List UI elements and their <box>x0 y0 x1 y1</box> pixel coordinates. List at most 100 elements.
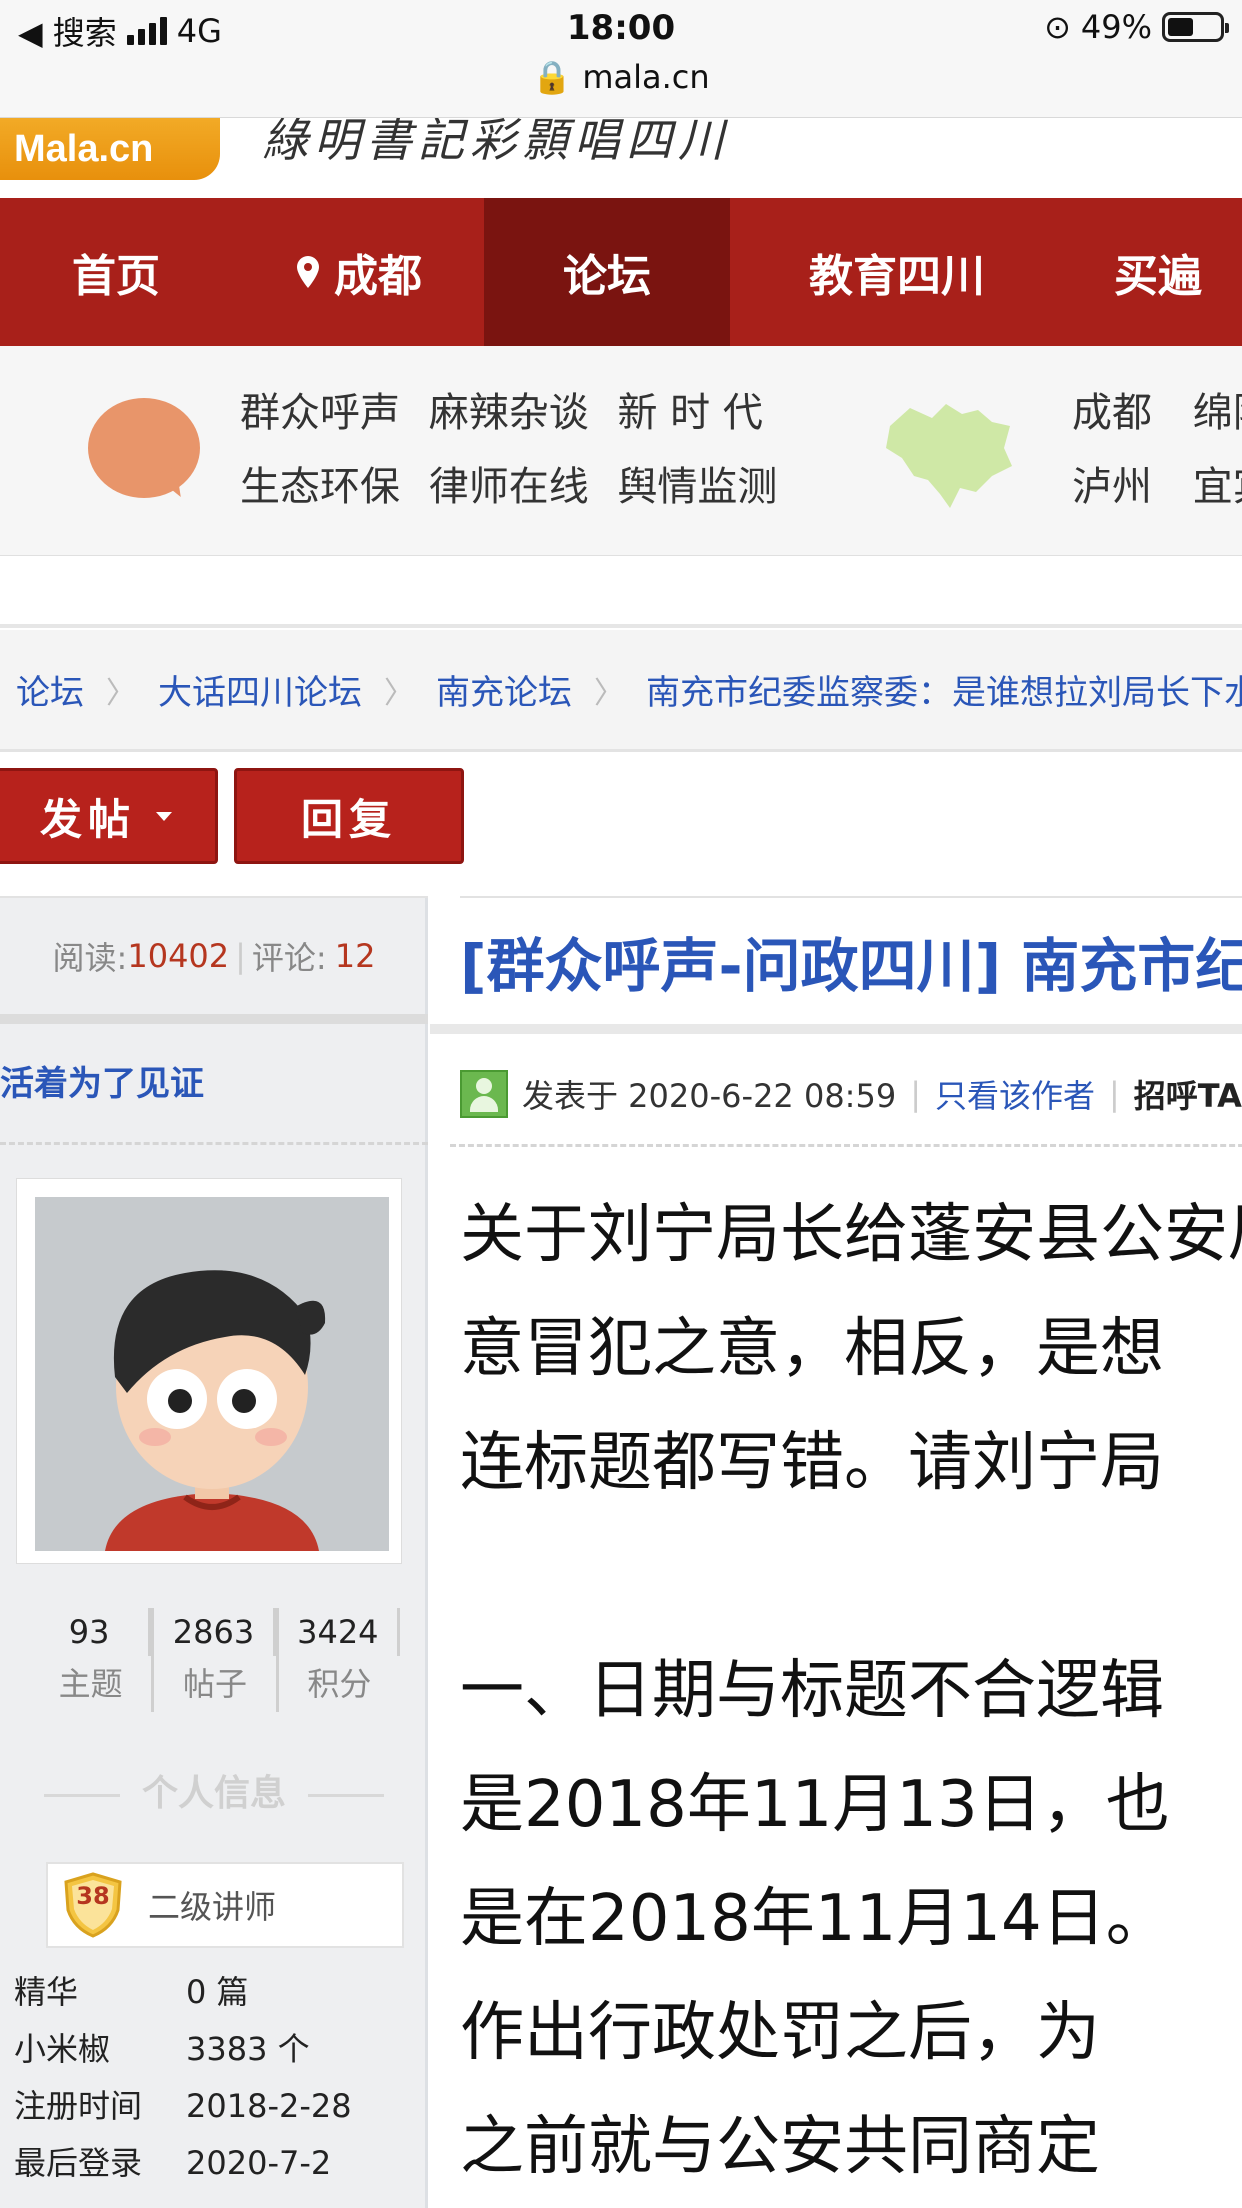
post-line: 是2018年11月13日，也 <box>460 1768 1170 1842</box>
battery-percent: 49% <box>1080 8 1152 46</box>
new-post-button[interactable]: 发帖 <box>0 768 218 864</box>
city-link[interactable]: 泸州 <box>1072 464 1152 510</box>
forum-link[interactable]: 新 时 代 <box>617 390 762 436</box>
author-stats: 93 主题 2863 帖子 3424 积分 <box>30 1608 400 1712</box>
breadcrumb-item[interactable]: 南充论坛 <box>436 665 572 714</box>
nav-label: 教育四川 <box>809 251 985 302</box>
lock-icon: 🔒 <box>532 58 573 96</box>
section-title: 个人信息 <box>0 1764 428 1816</box>
battery-fill <box>1168 18 1193 36</box>
online-status-icon <box>460 1070 508 1118</box>
forum-link[interactable]: 生态环保 <box>240 464 400 510</box>
nav-label: 论坛 <box>563 251 651 302</box>
chevron-right-icon: 〉 <box>384 675 414 711</box>
site-header: Mala.cn 綠明書記彩顥唱四川 <box>0 118 1242 198</box>
post-line: 是在2018年11月14日。 <box>460 1882 1170 1956</box>
divider <box>0 1142 428 1145</box>
city-links: 成都 绵阳 泸州 宜宾 <box>1072 376 1242 524</box>
post-panel: [群众呼声-问政四川] 南充市纪委监察委 发表于 2020-6-22 08:59… <box>430 896 1242 2208</box>
divider <box>430 1024 1242 1034</box>
status-right: ⊙ 49% <box>1044 8 1229 46</box>
site-logo[interactable]: Mala.cn <box>0 118 220 180</box>
main-nav: 首页 成都 论坛 教育四川 买遍 <box>0 198 1242 346</box>
stat-label: 积分 <box>307 1665 372 1703</box>
stat-points[interactable]: 3424 积分 <box>279 1608 400 1712</box>
info-value: 2020-7-2 <box>186 2144 332 2182</box>
post-line <box>460 1520 1242 1634</box>
city-link[interactable]: 绵阳 <box>1193 390 1242 436</box>
breadcrumb-item[interactable]: 南充市纪委监察委：是谁想拉刘局长下水 <box>646 665 1242 714</box>
nav-label: 成都 <box>334 251 422 302</box>
divider: | <box>910 1075 921 1113</box>
info-row: 最后登录 2020-7-2 <box>14 2135 414 2192</box>
sichuan-map-icon <box>886 404 1012 508</box>
url-text: mala.cn <box>582 58 710 96</box>
nav-item-education[interactable]: 教育四川 <box>730 198 1064 346</box>
post-date: 发表于 2020-6-22 08:59 <box>522 1077 897 1115</box>
stat-label: 帖子 <box>182 1665 247 1703</box>
stat-value: 3424 <box>279 1608 400 1656</box>
avatar-frame[interactable] <box>16 1178 402 1564</box>
rotation-lock-icon: ⊙ <box>1044 8 1071 46</box>
breadcrumb-item[interactable]: 论坛 <box>16 665 84 714</box>
info-key: 注册时间 <box>14 2087 143 2125</box>
forum-link[interactable]: 律师在线 <box>429 464 589 510</box>
forum-submenu: 群众呼声 麻辣杂谈 新 时 代 生态环保 律师在线 舆情监测 成都 绵阳 泸州 … <box>0 346 1242 556</box>
nav-item-chengdu[interactable]: 成都 <box>232 198 484 346</box>
city-link[interactable]: 宜宾 <box>1193 464 1242 510</box>
stat-value: 93 <box>30 1608 152 1656</box>
forum-link[interactable]: 麻辣杂谈 <box>429 390 589 436</box>
nav-item-forum[interactable]: 论坛 <box>484 198 730 346</box>
reply-label: 回复 <box>300 794 397 844</box>
reply-button[interactable]: 回复 <box>234 768 464 864</box>
author-username[interactable]: 活着为了见证 <box>0 1056 204 1105</box>
info-row: 注册时间 2018-2-28 <box>14 2078 414 2135</box>
divider <box>450 1144 1242 1147</box>
nav-label: 首页 <box>72 251 160 302</box>
info-row: 精华 0 篇 <box>14 1964 414 2021</box>
post-line: 之前就与公安共同商定 <box>460 2110 1100 2184</box>
stat-threads[interactable]: 93 主题 <box>30 1608 155 1712</box>
read-label: 阅读: <box>52 939 128 977</box>
city-link[interactable]: 成都 <box>1072 390 1152 436</box>
new-post-label: 发帖 <box>39 794 136 844</box>
rank-title: 二级讲师 <box>148 1888 277 1926</box>
level-shield-icon: 38 <box>62 1872 124 1938</box>
post-body: 关于刘宁局长给蓬安县公安局 意冒犯之意，相反，是想 连标题都写错。请刘宁局 一、… <box>460 1178 1242 2204</box>
spacer <box>0 556 1242 628</box>
stat-label: 主题 <box>58 1665 123 1703</box>
nav-label: 买遍 <box>1114 251 1202 302</box>
greet-link[interactable]: 招呼TA <box>1134 1071 1242 1117</box>
info-row: 小米椒 3383 个 <box>14 2021 414 2078</box>
nav-item-shopping[interactable]: 买遍 <box>1064 198 1242 346</box>
stat-posts[interactable]: 2863 帖子 <box>154 1608 279 1712</box>
stat-value: 2863 <box>154 1608 276 1656</box>
forum-links: 群众呼声 麻辣杂谈 新 时 代 生态环保 律师在线 舆情监测 <box>240 376 793 524</box>
location-pin-icon <box>297 256 319 288</box>
post-meta: 发表于 2020-6-22 08:59 | 只看该作者 | 招呼TA <box>460 1070 1242 1118</box>
divider: | <box>1108 1075 1120 1113</box>
forum-link[interactable]: 舆情监测 <box>617 464 777 510</box>
comment-count: 12 <box>334 937 376 975</box>
forum-link[interactable]: 群众呼声 <box>240 390 400 436</box>
info-key: 最后登录 <box>14 2144 143 2182</box>
status-bar: ◀ 搜索 4G 18:00 🔒 mala.cn ⊙ 49% <box>0 0 1242 118</box>
post-line: 作出行政处罚之后，为 <box>460 1996 1100 2070</box>
post-title: [群众呼声-问政四川] 南充市纪委监察委 <box>460 896 1242 1024</box>
post-line: 意冒犯之意，相反，是想 <box>460 1312 1164 1386</box>
avatar-illustration <box>35 1197 389 1551</box>
address-bar[interactable]: 🔒 mala.cn <box>0 58 1242 96</box>
only-author-link[interactable]: 只看该作者 <box>935 1071 1095 1117</box>
site-slogan: 綠明書記彩顥唱四川 <box>262 118 730 167</box>
caret-down-icon <box>156 811 172 821</box>
chevron-right-icon: 〉 <box>106 675 136 711</box>
info-value: 2018-2-28 <box>186 2087 352 2125</box>
comment-label: 评论: <box>251 939 327 977</box>
breadcrumb-item[interactable]: 大话四川论坛 <box>158 665 362 714</box>
battery-icon <box>1162 12 1229 42</box>
rank-badge: 38 二级讲师 <box>46 1862 404 1948</box>
nav-item-home[interactable]: 首页 <box>0 198 232 346</box>
post-line: 关于刘宁局长给蓬安县公安局 <box>460 1198 1242 1272</box>
speech-bubble-icon <box>88 398 200 498</box>
chevron-right-icon: 〉 <box>594 675 624 711</box>
